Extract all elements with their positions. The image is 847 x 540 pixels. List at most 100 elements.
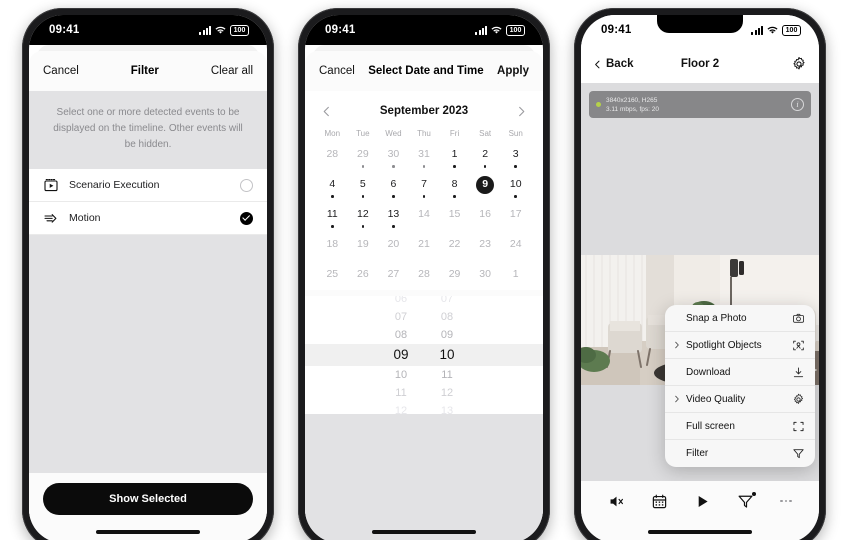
calendar-day-1[interactable]: 1	[500, 263, 531, 290]
minute-option[interactable]: 08	[441, 308, 453, 326]
calendar-day-25[interactable]: 25	[317, 263, 348, 290]
status-time: 09:41	[49, 24, 80, 36]
screen-date-time: 09:41 100 Cancel Select Date and Time Ap…	[305, 15, 543, 540]
chevron-right-icon	[673, 395, 681, 403]
play-button[interactable]	[694, 493, 711, 510]
calendar-day-3[interactable]: 3	[500, 143, 531, 170]
show-selected-button[interactable]: Show Selected	[43, 483, 253, 515]
status-time: 09:41	[325, 24, 356, 36]
calendar-day-29[interactable]: 29	[439, 263, 470, 290]
menu-item-snap-a-photo[interactable]: Snap a Photo	[665, 305, 815, 332]
menu-item-spotlight-objects[interactable]: Spotlight Objects	[665, 332, 815, 359]
context-menu[interactable]: Snap a Photo Spotlight Objects Download Vid…	[665, 305, 815, 467]
calendar-day-event-dot	[514, 165, 517, 168]
home-indicator[interactable]	[372, 530, 476, 534]
minute-option[interactable]: 12	[441, 384, 453, 402]
chevron-left-icon[interactable]	[321, 106, 332, 117]
home-indicator[interactable]	[96, 530, 200, 534]
minute-option[interactable]: 07	[441, 296, 453, 308]
calendar-day-19[interactable]: 19	[348, 233, 379, 260]
battery-icon: 100	[506, 24, 525, 36]
clear-all-button[interactable]: Clear all	[211, 65, 253, 77]
calendar-day-16[interactable]: 16	[470, 203, 501, 230]
menu-item-filter[interactable]: Filter	[665, 440, 815, 467]
calendar-day-2[interactable]: 2	[470, 143, 501, 170]
back-label: Back	[606, 58, 634, 70]
calendar-day-21[interactable]: 21	[409, 233, 440, 260]
calendar-day-11[interactable]: 11	[317, 203, 348, 230]
chevron-right-icon[interactable]	[516, 106, 527, 117]
calendar-day-30[interactable]: 30	[470, 263, 501, 290]
minute-column[interactable]: 07 08 09 10 11 12 13	[424, 296, 470, 414]
calendar-day-9[interactable]: 9	[470, 173, 501, 200]
calendar-button[interactable]	[651, 493, 668, 510]
minute-selected[interactable]: 10	[439, 344, 454, 366]
calendar-day-number: 23	[479, 238, 491, 250]
minute-option[interactable]: 09	[441, 326, 453, 344]
mute-button[interactable]	[608, 493, 625, 510]
hour-column[interactable]: 06 07 08 09 10 11 12	[378, 296, 424, 414]
calendar-day-5[interactable]: 5	[348, 173, 379, 200]
home-indicator[interactable]	[648, 530, 752, 534]
calendar-day-4[interactable]: 4	[317, 173, 348, 200]
calendar-day-14[interactable]: 14	[409, 203, 440, 230]
calendar-day-1[interactable]: 1	[439, 143, 470, 170]
apply-button[interactable]: Apply	[497, 65, 529, 77]
hour-option[interactable]: 11	[395, 384, 406, 402]
hour-option[interactable]: 07	[395, 308, 407, 326]
calendar-day-17[interactable]: 17	[500, 203, 531, 230]
calendar-month-label: September 2023	[379, 105, 469, 117]
list-item-motion[interactable]: Motion	[29, 202, 267, 235]
calendar-day-26[interactable]: 26	[348, 263, 379, 290]
cancel-button[interactable]: Cancel	[319, 65, 355, 77]
weekday-label: Tue	[356, 129, 370, 138]
calendar-day-12[interactable]: 12	[348, 203, 379, 230]
hour-option[interactable]: 10	[395, 366, 407, 384]
calendar-day-number: 25	[326, 268, 339, 280]
calendar-day-29[interactable]: 29	[348, 143, 379, 170]
calendar-day-24[interactable]: 24	[500, 233, 531, 260]
gear-icon[interactable]	[791, 56, 807, 72]
calendar-day-27[interactable]: 27	[378, 263, 409, 290]
calendar-day-28[interactable]: 28	[317, 143, 348, 170]
time-picker[interactable]: 06 07 08 09 10 11 12 07 08 09 10 11 12 1…	[305, 296, 543, 414]
info-circle-icon[interactable]: i	[791, 98, 804, 111]
calendar-day-15[interactable]: 15	[439, 203, 470, 230]
hour-option[interactable]: 08	[395, 326, 407, 344]
hour-option[interactable]: 12	[395, 402, 407, 414]
hour-selected[interactable]: 09	[393, 344, 408, 366]
calendar-day-23[interactable]: 23	[470, 233, 501, 260]
back-button[interactable]: Back	[593, 58, 634, 70]
calendar-day-20[interactable]: 20	[378, 233, 409, 260]
calendar-day-18[interactable]: 18	[317, 233, 348, 260]
video-player[interactable]: 3840x2160, H265 3.11 mbps, fps: 20 i Sna…	[581, 83, 819, 481]
calendar: September 2023 Mon Tue Wed Thu Fri Sat S…	[305, 91, 543, 290]
calendar-day-10[interactable]: 10	[500, 173, 531, 200]
calendar-day-6[interactable]: 6	[378, 173, 409, 200]
option-radio-unselected[interactable]	[240, 178, 253, 192]
menu-item-download[interactable]: Download	[665, 359, 815, 386]
menu-item-video-quality[interactable]: Video Quality	[665, 386, 815, 413]
minute-option[interactable]: 13	[441, 402, 453, 414]
calendar-day-28[interactable]: 28	[409, 263, 440, 290]
calendar-day-13[interactable]: 13	[378, 203, 409, 230]
calendar-day-22[interactable]: 22	[439, 233, 470, 260]
more-button[interactable]	[780, 493, 792, 510]
notch	[105, 15, 191, 33]
calendar-day-number: 14	[418, 208, 430, 220]
hour-option[interactable]: 06	[395, 296, 407, 308]
calendar-day-8[interactable]: 8	[439, 173, 470, 200]
calendar-day-7[interactable]: 7	[409, 173, 440, 200]
menu-item-full-screen[interactable]: Full screen	[665, 413, 815, 440]
calendar-day-30[interactable]: 30	[378, 143, 409, 170]
option-radio-selected[interactable]	[240, 211, 253, 225]
minute-option[interactable]: 11	[441, 366, 452, 384]
phone-filter: 09:41 100 Cancel Filter Clear all Select…	[22, 8, 274, 540]
list-item-scenario-execution[interactable]: Scenario Execution	[29, 169, 267, 202]
calendar-day-31[interactable]: 31	[409, 143, 440, 170]
weekday-label: Wed	[385, 129, 402, 138]
filter-button[interactable]	[737, 491, 757, 510]
calendar-day-event-dot	[392, 195, 395, 198]
cancel-button[interactable]: Cancel	[43, 65, 79, 77]
fullscreen-icon	[792, 420, 805, 433]
